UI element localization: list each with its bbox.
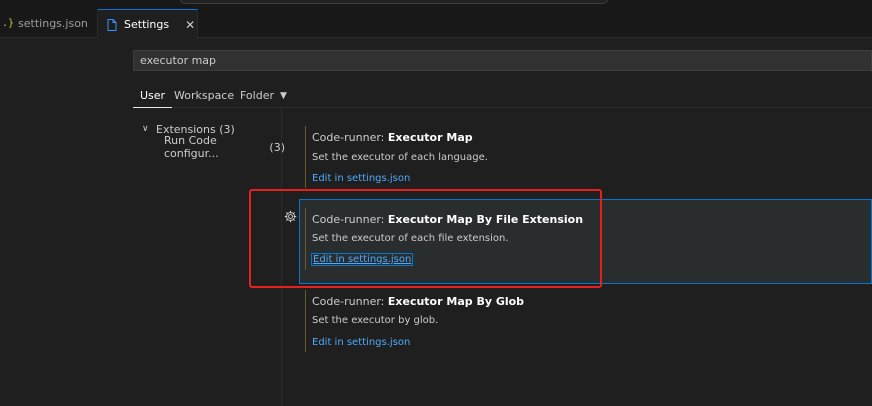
tab-settings[interactable]: Settings ✕ <box>98 9 198 39</box>
setting-name: Executor Map By Glob <box>387 295 525 308</box>
tab-label: settings.json <box>18 17 88 30</box>
tab-folder-label: Folder <box>240 89 274 102</box>
red-highlight-annotation <box>249 189 602 288</box>
settings-scope-tabs: User Workspace Folder ▼ <box>133 83 872 108</box>
json-braces-icon: .} <box>2 18 15 29</box>
setting-description: Set the executor by glob. <box>312 315 439 326</box>
caret-down-icon: ▼ <box>280 90 287 101</box>
setting-executor-map: Code-runner: Executor Map Set the execut… <box>305 126 865 188</box>
toc-item-label: Run Code configur... <box>164 134 219 160</box>
setting-name: Executor Map <box>387 131 473 144</box>
tab-user[interactable]: User <box>133 83 173 108</box>
close-icon[interactable]: ✕ <box>185 18 195 32</box>
toc-item-count: (3) <box>269 140 285 154</box>
tab-settings-json[interactable]: .} settings.json <box>0 9 98 38</box>
title-bar-strip <box>0 0 872 9</box>
command-center-edge[interactable] <box>180 0 608 4</box>
setting-description: Set the executor of each language. <box>312 152 488 163</box>
edit-in-settings-json-link[interactable]: Edit in settings.json <box>312 173 410 184</box>
modified-indicator <box>305 290 306 352</box>
tab-folder[interactable]: Folder ▼ <box>240 83 287 108</box>
setting-title: Code-runner: Executor Map By Glob <box>312 295 524 308</box>
settings-toc: ∨ Extensions (3) Run Code configur... (3… <box>140 120 285 161</box>
tab-label: Settings <box>124 18 170 31</box>
editor-tab-bar: .} settings.json Settings ✕ <box>0 9 872 39</box>
search-input-value: executor map <box>140 54 217 67</box>
chevron-down-icon: ∨ <box>142 124 149 134</box>
settings-search-input[interactable]: executor map <box>133 50 872 71</box>
setting-executor-map-by-glob: Code-runner: Executor Map By Glob Set th… <box>305 290 865 352</box>
setting-title: Code-runner: Executor Map <box>312 131 473 144</box>
setting-category: Code-runner: <box>312 295 388 308</box>
modified-indicator <box>305 126 306 188</box>
edit-in-settings-json-link[interactable]: Edit in settings.json <box>312 337 410 348</box>
tab-workspace[interactable]: Workspace <box>174 83 234 108</box>
setting-category: Code-runner: <box>312 131 388 144</box>
file-icon <box>107 18 117 31</box>
toc-item-run-code[interactable]: Run Code configur... (3) <box>140 134 285 160</box>
